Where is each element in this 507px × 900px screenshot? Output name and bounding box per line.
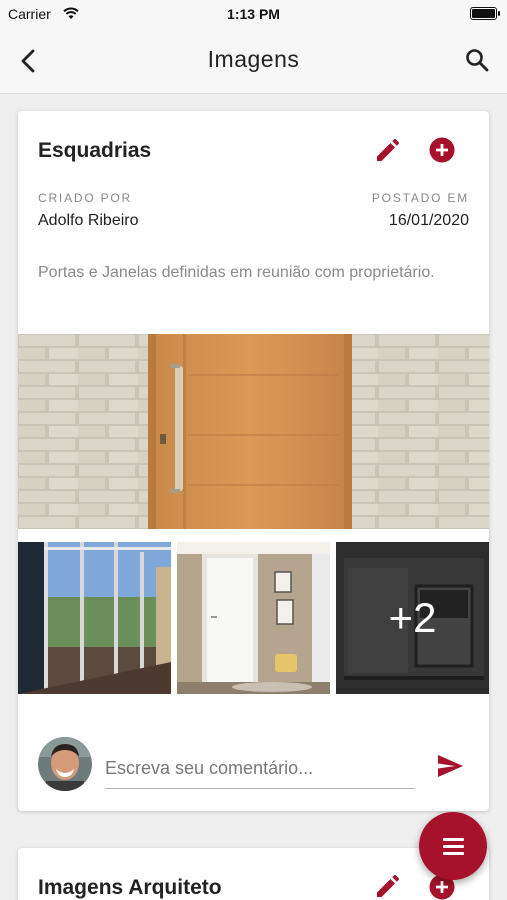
post-title: Esquadrias <box>38 139 152 162</box>
thumbnail-image-1[interactable] <box>18 542 171 694</box>
created-by-label: CRIADO POR <box>38 191 133 205</box>
thumbnail-image-2[interactable] <box>177 542 330 694</box>
status-time: 1:13 PM <box>227 6 280 22</box>
nav-bar: Imagens <box>0 28 507 94</box>
add-circle-icon[interactable] <box>428 136 456 164</box>
status-bar: Carrier 1:13 PM <box>0 0 507 28</box>
post-card: Esquadrias CRIADO POR POSTADO EM Adolfo … <box>18 111 489 811</box>
post-title-2: Imagens Arquiteto <box>38 876 222 899</box>
page-title: Imagens <box>207 46 300 72</box>
avatar <box>38 737 92 791</box>
post-date: 16/01/2020 <box>388 212 469 229</box>
battery-icon <box>470 7 500 20</box>
comment-input[interactable] <box>105 749 415 789</box>
main-image[interactable] <box>18 334 489 529</box>
posted-at-label: POSTADO EM <box>371 191 469 205</box>
search-icon[interactable] <box>463 46 491 74</box>
more-images-count: +2 <box>388 594 437 641</box>
author-name: Adolfo Ribeiro <box>38 212 139 229</box>
menu-fab-button[interactable] <box>419 812 487 880</box>
post-description: Portas e Janelas definidas em reunião co… <box>38 264 435 281</box>
edit-icon[interactable] <box>373 873 401 900</box>
thumbnail-image-more[interactable]: +2 <box>336 542 489 694</box>
edit-icon[interactable] <box>373 137 401 165</box>
post-card-2: Imagens Arquiteto <box>18 848 489 900</box>
send-icon[interactable] <box>435 751 465 781</box>
